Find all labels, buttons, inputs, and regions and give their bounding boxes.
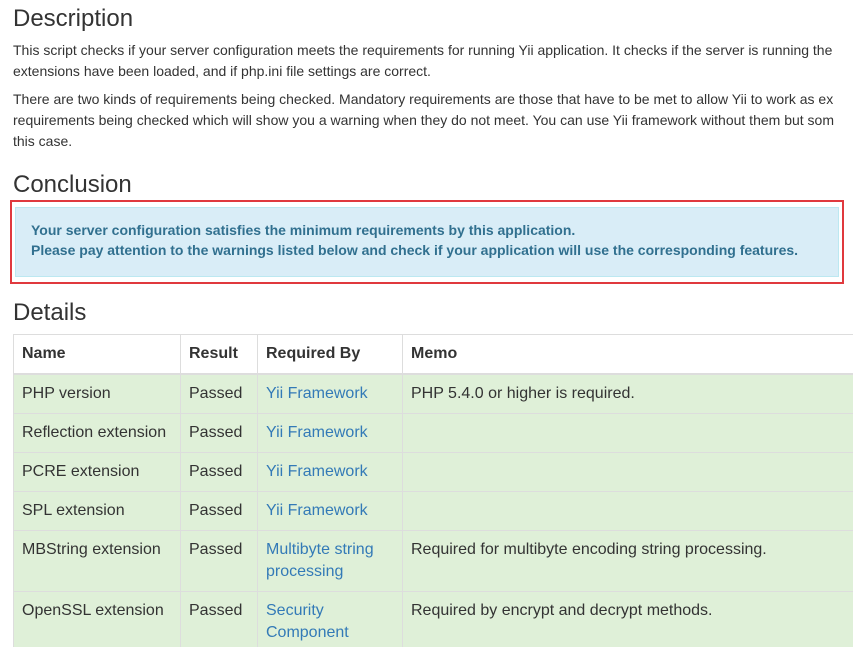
description-paragraph-2: There are two kinds of requirements bein…: [13, 89, 853, 152]
required-by-link[interactable]: Yii Framework: [266, 502, 368, 519]
column-header-memo: Memo: [402, 334, 853, 375]
cell-required-by: Yii Framework: [257, 373, 403, 414]
required-by-link[interactable]: Multibyte string processing: [266, 541, 374, 580]
required-by-link[interactable]: Yii Framework: [266, 424, 368, 441]
description-p2-line3: this case.: [13, 133, 73, 149]
cell-required-by: Multibyte string processing: [257, 530, 403, 592]
cell-memo: PHP 5.4.0 or higher is required.: [402, 373, 853, 414]
cell-name: OpenSSL extension: [13, 591, 181, 647]
conclusion-line-2: Please pay attention to the warnings lis…: [31, 242, 799, 258]
cell-name: PCRE extension: [13, 452, 181, 492]
required-by-link[interactable]: Yii Framework: [266, 463, 368, 480]
details-table: Name Result Required By Memo PHP version…: [13, 334, 853, 647]
description-p2-line2: requirements being checked which will sh…: [13, 112, 834, 128]
cell-required-by: Yii Framework: [257, 491, 403, 531]
cell-required-by: Yii Framework: [257, 452, 403, 492]
conclusion-highlight-box: Your server configuration satisfies the …: [10, 200, 844, 284]
description-p1-line2: extensions have been loaded, and if php.…: [13, 63, 431, 79]
cell-memo: [402, 413, 853, 453]
required-by-link[interactable]: Yii Framework: [266, 385, 368, 402]
column-header-result: Result: [180, 334, 258, 375]
requirements-page: Description This script checks if your s…: [0, 0, 853, 647]
column-header-name: Name: [13, 334, 181, 375]
cell-result: Passed: [180, 491, 258, 531]
cell-result: Passed: [180, 373, 258, 414]
cell-memo: Required by encrypt and decrypt methods.: [402, 591, 853, 647]
required-by-link[interactable]: Security Component: [266, 602, 349, 641]
description-heading: Description: [13, 5, 134, 32]
cell-result: Passed: [180, 452, 258, 492]
cell-result: Passed: [180, 591, 258, 647]
conclusion-alert: Your server configuration satisfies the …: [15, 207, 839, 277]
details-heading: Details: [13, 299, 87, 326]
table-row: PCRE extension Passed Yii Framework: [13, 452, 853, 492]
description-p1-line1: This script checks if your server config…: [13, 42, 833, 58]
table-row: Reflection extension Passed Yii Framewor…: [13, 413, 853, 453]
table-row: MBString extension Passed Multibyte stri…: [13, 530, 853, 592]
cell-required-by: Yii Framework: [257, 413, 403, 453]
cell-name: Reflection extension: [13, 413, 181, 453]
cell-result: Passed: [180, 530, 258, 592]
description-paragraph-1: This script checks if your server config…: [13, 40, 853, 82]
cell-memo: [402, 452, 853, 492]
column-header-required-by: Required By: [257, 334, 403, 375]
cell-required-by: Security Component: [257, 591, 403, 647]
cell-name: SPL extension: [13, 491, 181, 531]
cell-result: Passed: [180, 413, 258, 453]
description-p2-line1: There are two kinds of requirements bein…: [13, 91, 834, 107]
cell-name: MBString extension: [13, 530, 181, 592]
table-row: SPL extension Passed Yii Framework: [13, 491, 853, 531]
cell-memo: [402, 491, 853, 531]
table-row: PHP version Passed Yii Framework PHP 5.4…: [13, 373, 853, 414]
conclusion-heading: Conclusion: [13, 171, 132, 198]
conclusion-line-1: Your server configuration satisfies the …: [31, 222, 576, 238]
cell-memo: Required for multibyte encoding string p…: [402, 530, 853, 592]
table-header-row: Name Result Required By Memo: [13, 334, 853, 375]
table-row: OpenSSL extension Passed Security Compon…: [13, 591, 853, 647]
cell-name: PHP version: [13, 373, 181, 414]
